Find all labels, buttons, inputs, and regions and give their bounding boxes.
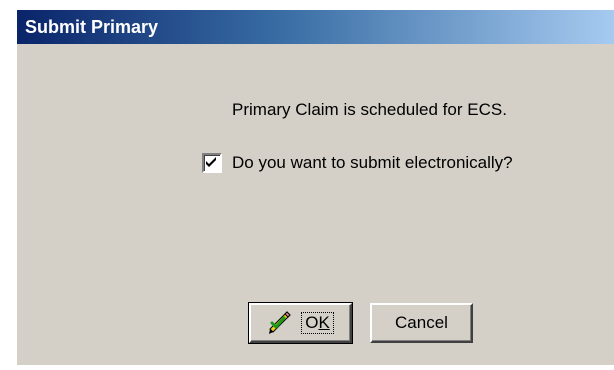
dialog-title: Submit Primary [17,10,614,44]
pencil-check-icon [269,311,291,334]
ok-button[interactable]: OK [248,302,353,344]
checkmark-icon [206,157,216,167]
submit-electronically-checkbox[interactable] [202,153,222,173]
cancel-button[interactable]: Cancel [370,303,473,343]
ok-button-label: OK [301,312,334,334]
schedule-message: Primary Claim is scheduled for ECS. [232,100,507,119]
submit-electronically-row[interactable]: Do you want to submit electronically? [202,151,513,175]
submit-electronically-label[interactable]: Do you want to submit electronically? [232,153,513,173]
submit-primary-dialog: Submit Primary Primary Claim is schedule… [17,10,614,365]
